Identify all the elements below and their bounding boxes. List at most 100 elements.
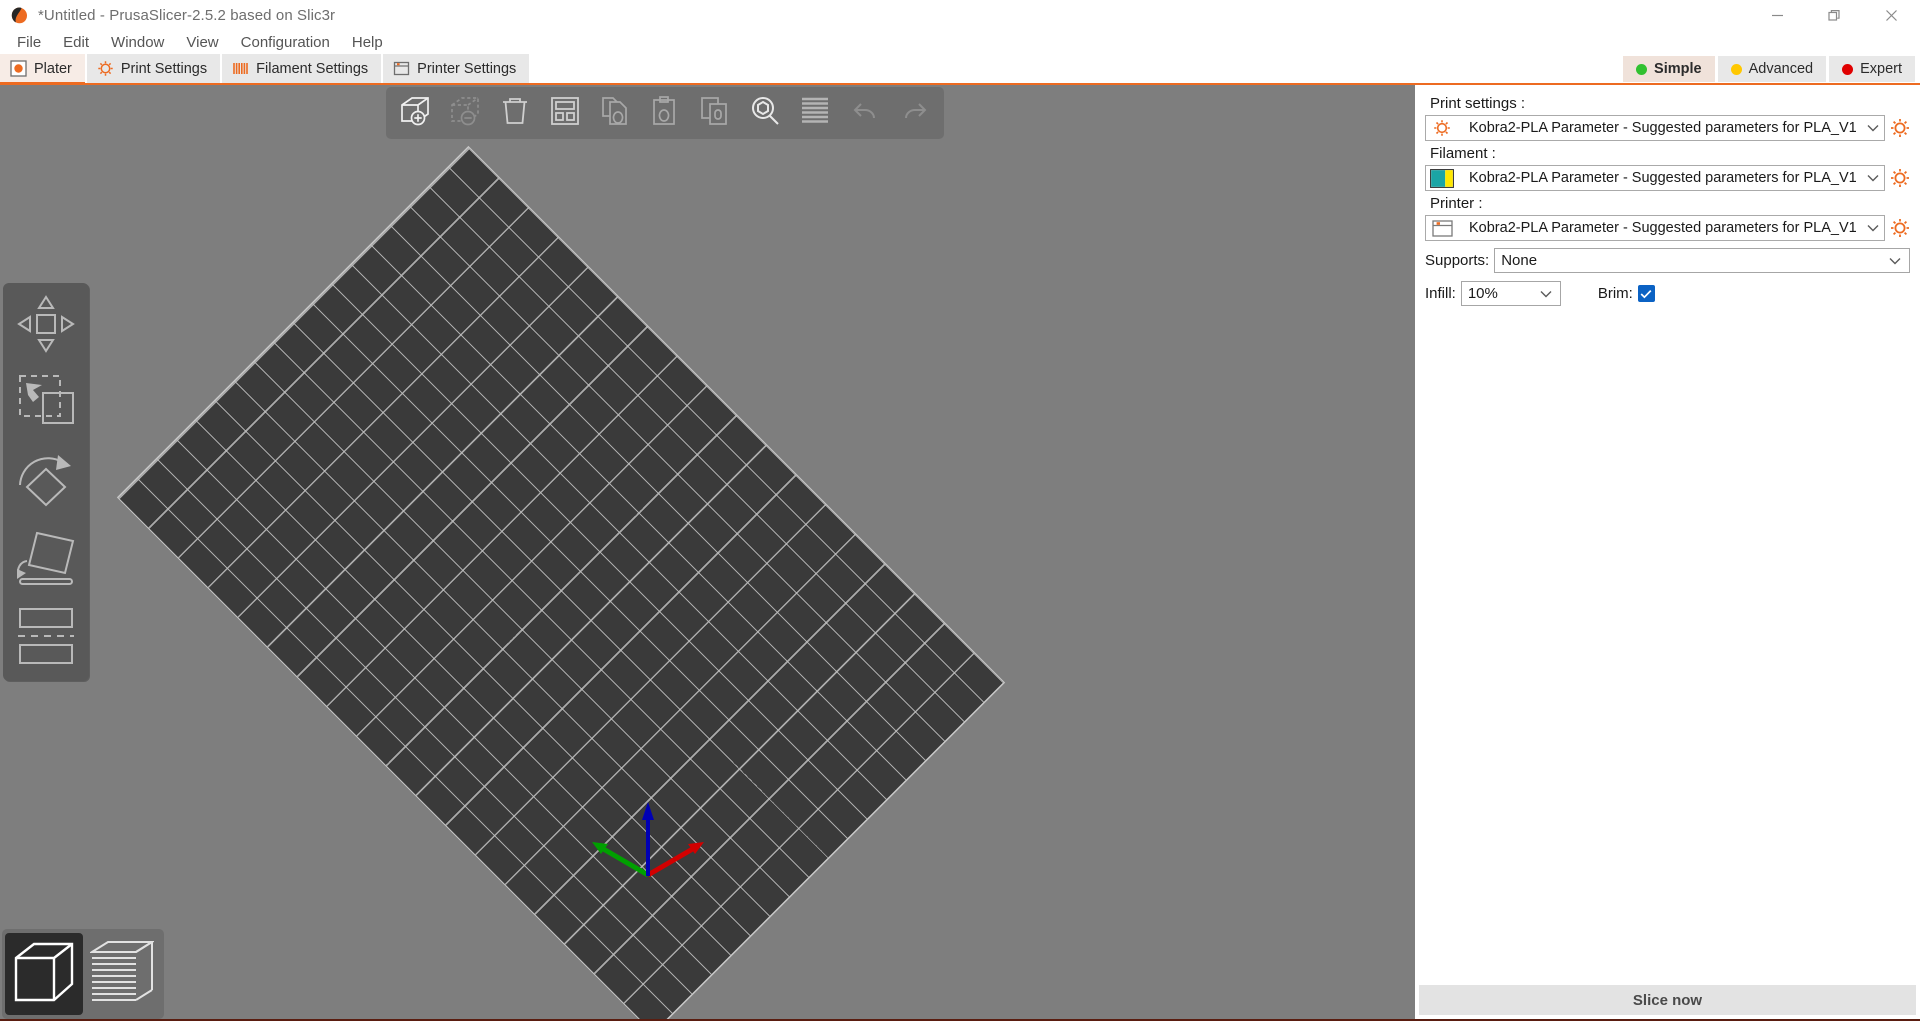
menu-item-view[interactable]: View xyxy=(175,32,229,53)
mode-dot-simple-icon xyxy=(1636,63,1648,75)
printer-value: Kobra2-PLA Parameter - Suggested paramet… xyxy=(1469,220,1857,236)
tab-plater-label: Plater xyxy=(34,60,72,77)
cube-minus-icon xyxy=(448,94,482,133)
mode-label-simple: Simple xyxy=(1654,61,1702,77)
minimize-button[interactable] xyxy=(1749,0,1806,30)
menu-bar: File Edit Window View Configuration Help xyxy=(0,30,1920,55)
plater-icon xyxy=(10,60,27,77)
print-settings-combo[interactable]: Kobra2-PLA Parameter - Suggested paramet… xyxy=(1425,115,1885,141)
filament-row: Kobra2-PLA Parameter - Suggested paramet… xyxy=(1425,165,1910,191)
view-mode-toggle xyxy=(2,929,164,1019)
window-title: *Untitled - PrusaSlicer-2.5.2 based on S… xyxy=(38,6,336,24)
mode-button-expert[interactable]: Expert xyxy=(1829,56,1915,82)
cube-plus-icon xyxy=(398,94,432,133)
copy-button[interactable] xyxy=(590,90,640,136)
prusaslicer-window: *Untitled - PrusaSlicer-2.5.2 based on S… xyxy=(0,0,1920,1021)
place-on-face-icon xyxy=(15,527,77,594)
printer-icon xyxy=(393,60,410,77)
supports-label: Supports: xyxy=(1425,252,1490,269)
supports-row: Supports: None xyxy=(1425,248,1910,273)
delete-object-button xyxy=(440,90,490,136)
title-bar: *Untitled - PrusaSlicer-2.5.2 based on S… xyxy=(0,0,1920,30)
print-settings-edit-cog-icon[interactable] xyxy=(1890,118,1910,138)
mode-label-advanced: Advanced xyxy=(1748,61,1814,77)
chevron-down-icon[interactable] xyxy=(1535,282,1557,305)
printer-icon xyxy=(1428,216,1456,240)
menu-item-help[interactable]: Help xyxy=(341,32,394,53)
prusaslicer-logo-icon xyxy=(10,6,29,25)
supports-combo[interactable]: None xyxy=(1494,248,1910,273)
tab-printer-settings[interactable]: Printer Settings xyxy=(383,54,530,83)
axes-gizmo xyxy=(578,790,718,880)
delete-all-button[interactable] xyxy=(490,90,540,136)
trash-icon xyxy=(498,94,532,133)
build-plate-container xyxy=(0,85,1415,1021)
z-axis xyxy=(642,802,654,876)
scale-gizmo-button[interactable] xyxy=(7,365,85,443)
undo-arrow-icon xyxy=(848,94,882,133)
printer-row: Kobra2-PLA Parameter - Suggested paramet… xyxy=(1425,215,1910,241)
brim-label: Brim: xyxy=(1597,285,1633,302)
mode-selector: Simple Advanced Expert xyxy=(1623,56,1915,82)
chevron-down-icon[interactable] xyxy=(1862,174,1884,182)
tab-plater[interactable]: Plater xyxy=(0,54,85,85)
menu-item-window[interactable]: Window xyxy=(100,32,175,53)
tab-printer-settings-label: Printer Settings xyxy=(417,60,517,77)
add-object-button[interactable] xyxy=(390,90,440,136)
editor-view-button[interactable] xyxy=(5,933,83,1015)
place-on-face-gizmo-button[interactable] xyxy=(7,521,85,599)
mode-button-advanced[interactable]: Advanced xyxy=(1717,56,1827,82)
printer-combo[interactable]: Kobra2-PLA Parameter - Suggested paramet… xyxy=(1425,215,1885,241)
brim-checkbox[interactable] xyxy=(1637,285,1655,302)
arrange-button[interactable] xyxy=(540,90,590,136)
cut-icon xyxy=(15,605,77,672)
mode-label-expert: Expert xyxy=(1860,61,1902,77)
filament-edit-cog-icon[interactable] xyxy=(1890,168,1910,188)
redo-button xyxy=(890,90,940,136)
move-gizmo-button[interactable] xyxy=(7,287,85,365)
menu-item-edit[interactable]: Edit xyxy=(52,32,100,53)
printer-edit-cog-icon[interactable] xyxy=(1890,218,1910,238)
print-settings-row: Kobra2-PLA Parameter - Suggested paramet… xyxy=(1425,115,1910,141)
restore-button[interactable] xyxy=(1806,0,1863,30)
filament-combo[interactable]: Kobra2-PLA Parameter - Suggested paramet… xyxy=(1425,165,1885,191)
print-settings-value: Kobra2-PLA Parameter - Suggested paramet… xyxy=(1469,120,1857,136)
menu-item-file[interactable]: File xyxy=(6,32,52,53)
arrange-grid-icon xyxy=(548,94,582,133)
mode-dot-expert-icon xyxy=(1842,63,1854,75)
scale-icon xyxy=(15,371,77,438)
infill-combo[interactable]: 10% xyxy=(1460,281,1561,306)
paste-button[interactable] xyxy=(640,90,690,136)
chevron-down-icon[interactable] xyxy=(1884,249,1906,272)
rotate-gizmo-button[interactable] xyxy=(7,443,85,521)
tab-print-settings-label: Print Settings xyxy=(120,60,208,77)
infill-value: 10% xyxy=(1467,285,1498,302)
copy-icon xyxy=(598,94,632,133)
supports-value: None xyxy=(1501,252,1538,269)
mode-button-simple[interactable]: Simple xyxy=(1623,56,1715,82)
chevron-down-icon[interactable] xyxy=(1862,124,1884,132)
plater-toolbar xyxy=(386,87,944,139)
layers-stack-icon xyxy=(88,938,156,1011)
move-arrows-icon xyxy=(15,293,77,360)
tab-print-settings[interactable]: Print Settings xyxy=(86,54,221,83)
3d-viewport[interactable] xyxy=(0,85,1415,1021)
slice-now-button[interactable]: Slice now xyxy=(1419,985,1916,1015)
add-instance-button[interactable] xyxy=(690,90,740,136)
tab-filament-settings[interactable]: Filament Settings xyxy=(222,54,382,83)
filament-spool-icon xyxy=(232,60,249,77)
rotate-icon xyxy=(15,449,77,516)
close-button[interactable] xyxy=(1863,0,1920,30)
undo-button xyxy=(840,90,890,136)
menu-item-configuration[interactable]: Configuration xyxy=(230,32,341,53)
gizmo-toolbar xyxy=(3,283,89,681)
filament-label: Filament : xyxy=(1430,145,1496,162)
cut-gizmo-button[interactable] xyxy=(7,599,85,677)
print-settings-gear-icon xyxy=(1428,116,1456,140)
layers-editing-button[interactable] xyxy=(790,90,840,136)
build-plate-grid xyxy=(118,147,1004,1021)
search-button[interactable] xyxy=(740,90,790,136)
print-settings-gear-icon xyxy=(97,60,114,77)
chevron-down-icon[interactable] xyxy=(1862,224,1884,232)
preview-view-button[interactable] xyxy=(83,933,161,1015)
